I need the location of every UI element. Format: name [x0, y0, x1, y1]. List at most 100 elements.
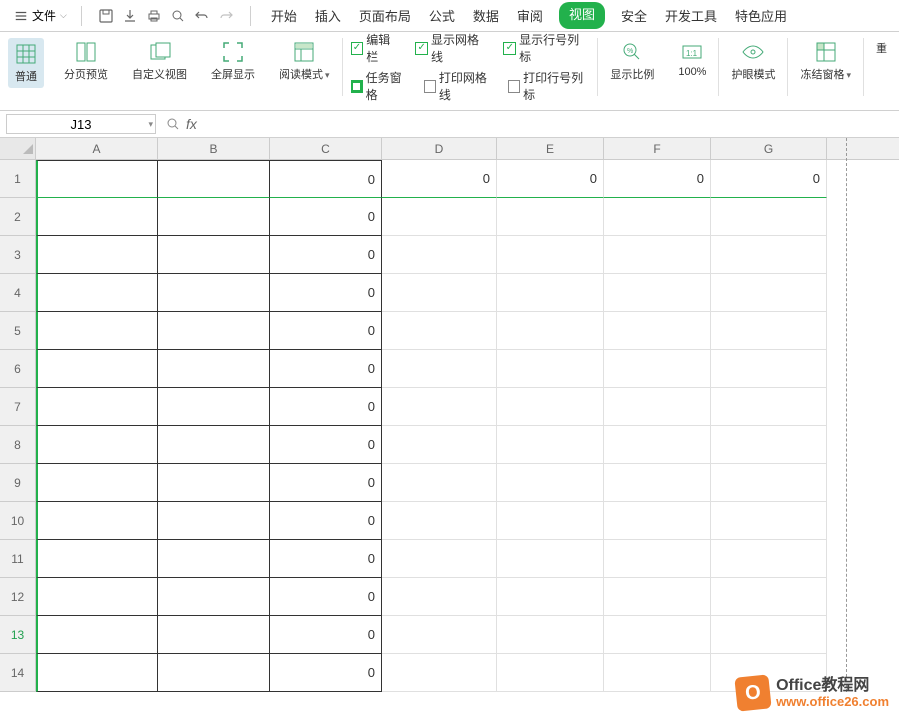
cell[interactable] — [711, 350, 827, 388]
cell[interactable] — [36, 274, 158, 312]
cell[interactable] — [36, 654, 158, 692]
row-header[interactable]: 9 — [0, 464, 36, 502]
cell[interactable] — [36, 198, 158, 236]
row-header[interactable]: 1 — [0, 160, 36, 198]
cell[interactable]: 0 — [270, 426, 382, 464]
cell[interactable] — [36, 578, 158, 616]
col-header-D[interactable]: D — [382, 138, 497, 159]
cell[interactable] — [497, 426, 604, 464]
cell[interactable] — [604, 426, 711, 464]
cell[interactable] — [158, 236, 270, 274]
cell[interactable] — [382, 578, 497, 616]
eyecare-button[interactable]: 护眼模式 — [727, 38, 779, 84]
cell[interactable] — [36, 616, 158, 654]
fx-label[interactable]: fx — [186, 116, 197, 132]
cell[interactable]: 0 — [711, 160, 827, 198]
cell[interactable]: 0 — [604, 160, 711, 198]
row-header[interactable]: 12 — [0, 578, 36, 616]
cell[interactable] — [36, 236, 158, 274]
cell[interactable] — [711, 578, 827, 616]
tab-data[interactable]: 数据 — [471, 2, 501, 29]
cell[interactable] — [382, 312, 497, 350]
cell[interactable] — [382, 426, 497, 464]
cell[interactable] — [497, 502, 604, 540]
cell[interactable] — [604, 502, 711, 540]
tab-special[interactable]: 特色应用 — [733, 2, 789, 29]
cell[interactable] — [158, 426, 270, 464]
cell[interactable]: 0 — [270, 464, 382, 502]
row-header[interactable]: 4 — [0, 274, 36, 312]
check-showgrid[interactable]: 显示网格线 — [415, 31, 489, 65]
custom-view-button[interactable]: 自定义视图 — [128, 38, 191, 84]
cell[interactable] — [382, 616, 497, 654]
cell[interactable] — [382, 502, 497, 540]
cell[interactable] — [497, 654, 604, 692]
freeze-button[interactable]: 冻结窗格 — [796, 38, 855, 84]
cell[interactable] — [604, 312, 711, 350]
cell[interactable] — [497, 540, 604, 578]
cell[interactable]: 0 — [270, 388, 382, 426]
cell[interactable] — [497, 312, 604, 350]
cell[interactable]: 0 — [497, 160, 604, 198]
tab-review[interactable]: 审阅 — [515, 2, 545, 29]
view-normal-button[interactable]: 普通 — [8, 38, 44, 88]
cell[interactable] — [36, 540, 158, 578]
cell[interactable] — [604, 578, 711, 616]
cell[interactable] — [382, 274, 497, 312]
cell[interactable] — [158, 160, 270, 198]
check-editbar[interactable]: 编辑栏 — [351, 31, 402, 65]
cell[interactable] — [711, 540, 827, 578]
cell[interactable]: 0 — [270, 654, 382, 692]
cell[interactable]: 0 — [270, 274, 382, 312]
row-header[interactable]: 14 — [0, 654, 36, 692]
cell[interactable] — [36, 350, 158, 388]
cell[interactable]: 0 — [382, 160, 497, 198]
row-header[interactable]: 10 — [0, 502, 36, 540]
cell[interactable] — [711, 464, 827, 502]
fullscreen-button[interactable]: 全屏显示 — [207, 38, 259, 84]
cell[interactable] — [158, 464, 270, 502]
check-taskpane[interactable]: 任务窗格 — [351, 69, 410, 103]
cell[interactable] — [497, 350, 604, 388]
save-icon[interactable] — [98, 8, 114, 24]
row-header[interactable]: 8 — [0, 426, 36, 464]
hundred-button[interactable]: 1:1 100% — [674, 38, 710, 80]
check-showheaders[interactable]: 显示行号列标 — [503, 31, 589, 65]
row-header[interactable]: 2 — [0, 198, 36, 236]
cell[interactable] — [711, 616, 827, 654]
check-printgrid[interactable]: 打印网格线 — [424, 69, 494, 103]
cell[interactable]: 0 — [270, 312, 382, 350]
col-header-C[interactable]: C — [270, 138, 382, 159]
tab-dev[interactable]: 开发工具 — [663, 2, 719, 29]
cell[interactable] — [36, 464, 158, 502]
zoom-button[interactable]: % 显示比例 — [606, 38, 658, 84]
cell[interactable] — [604, 540, 711, 578]
cell[interactable] — [711, 388, 827, 426]
cell[interactable] — [158, 350, 270, 388]
cell[interactable] — [382, 464, 497, 502]
row-header[interactable]: 11 — [0, 540, 36, 578]
zoom-fx-icon[interactable] — [166, 117, 180, 131]
cell[interactable] — [497, 236, 604, 274]
cell[interactable] — [158, 312, 270, 350]
cell[interactable] — [711, 312, 827, 350]
cell[interactable] — [158, 388, 270, 426]
cell[interactable] — [158, 198, 270, 236]
cell[interactable] — [36, 388, 158, 426]
cell[interactable] — [36, 160, 158, 198]
cell[interactable]: 0 — [270, 350, 382, 388]
redo-icon[interactable] — [218, 8, 234, 24]
formula-input[interactable] — [207, 115, 893, 133]
cell[interactable]: 0 — [270, 502, 382, 540]
cell[interactable] — [604, 350, 711, 388]
cell[interactable] — [158, 578, 270, 616]
cell[interactable] — [158, 654, 270, 692]
cell[interactable]: 0 — [270, 198, 382, 236]
read-mode-button[interactable]: 阅读模式 — [275, 38, 334, 84]
cell[interactable] — [711, 502, 827, 540]
tab-start[interactable]: 开始 — [269, 2, 299, 29]
select-all-corner[interactable] — [0, 138, 36, 159]
cell[interactable] — [36, 312, 158, 350]
cell[interactable] — [158, 540, 270, 578]
cell[interactable] — [158, 502, 270, 540]
